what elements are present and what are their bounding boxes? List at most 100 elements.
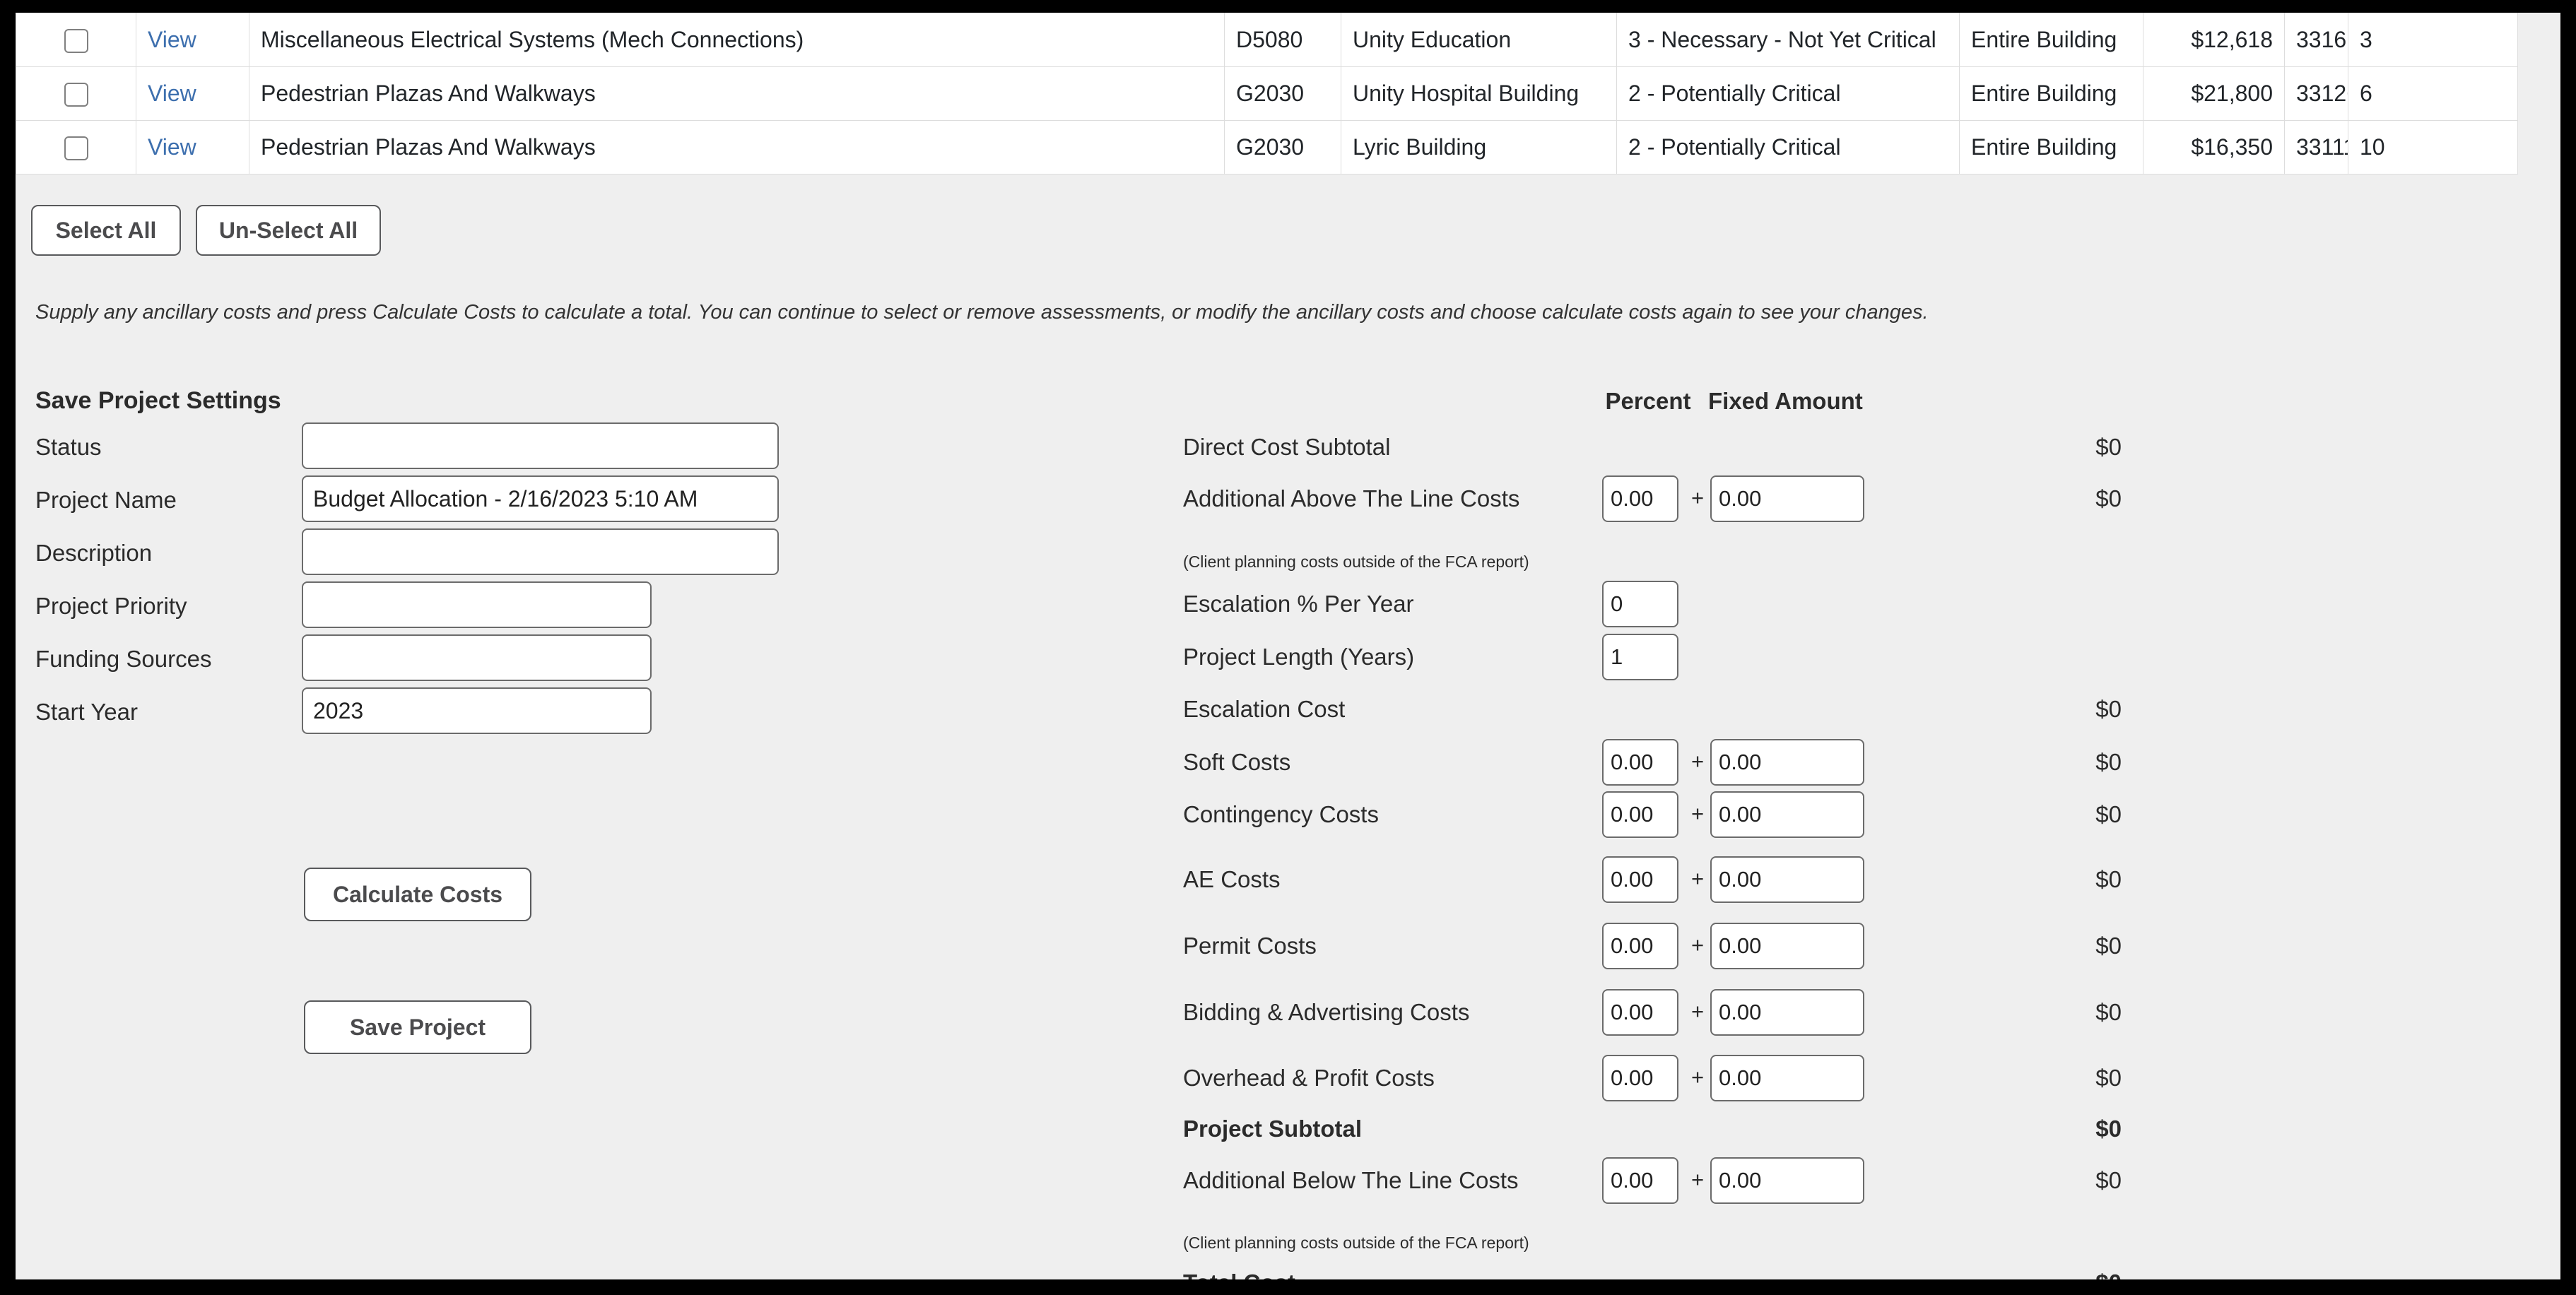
table-row: View Pedestrian Plazas And Walkways G203…	[16, 120, 2518, 175]
fca-note-below: (Client planning costs outside of the FC…	[1183, 1234, 1529, 1252]
table-row: View Pedestrian Plazas And Walkways G203…	[16, 66, 2518, 121]
row-description: Pedestrian Plazas And Walkways	[249, 66, 1225, 121]
project-length-input[interactable]	[1602, 634, 1678, 680]
escalation-cost-label: Escalation Cost	[1183, 696, 1346, 722]
row-checkbox[interactable]	[64, 83, 88, 107]
permit-costs-fixed-input[interactable]	[1710, 923, 1864, 969]
ae-costs-fixed-input[interactable]	[1710, 856, 1864, 903]
ae-costs-percent-input[interactable]	[1602, 856, 1678, 903]
overhead-costs-fixed-input[interactable]	[1710, 1055, 1864, 1101]
start-year-input[interactable]	[302, 687, 652, 734]
soft-costs-value: $0	[2095, 749, 2122, 775]
save-project-button[interactable]: Save Project	[304, 1000, 531, 1054]
total-cost-value: $0	[2095, 1270, 2122, 1295]
page-content: View Miscellaneous Electrical Systems (M…	[16, 13, 2560, 1279]
project-priority-label: Project Priority	[35, 593, 187, 619]
escalation-percent-input[interactable]	[1602, 581, 1678, 627]
view-link[interactable]: View	[148, 134, 196, 160]
overhead-profit-costs-label: Overhead & Profit Costs	[1183, 1065, 1435, 1091]
escalation-cost-value: $0	[2095, 696, 2122, 722]
contingency-costs-percent-input[interactable]	[1602, 791, 1678, 838]
additional-below-percent-input[interactable]	[1602, 1157, 1678, 1204]
row-view-cell: View	[136, 66, 249, 121]
plus-sign: +	[1691, 999, 1705, 1024]
plus-sign: +	[1691, 1167, 1705, 1192]
row-view-cell: View	[136, 13, 249, 67]
status-label: Status	[35, 434, 102, 460]
plus-sign: +	[1691, 801, 1705, 826]
row-cost: $16,350	[2143, 120, 2285, 175]
project-priority-input[interactable]	[302, 581, 652, 628]
row-num: 10	[2348, 120, 2518, 175]
row-id: 331262	[2284, 66, 2348, 121]
row-building: Lyric Building	[1341, 120, 1617, 175]
funding-sources-label: Funding Sources	[35, 646, 212, 672]
row-num: 3	[2348, 13, 2518, 67]
row-priority: 3 - Necessary - Not Yet Critical	[1616, 13, 1960, 67]
additional-above-the-line-costs-label: Additional Above The Line Costs	[1183, 485, 1520, 512]
plus-sign: +	[1691, 485, 1705, 510]
view-link[interactable]: View	[148, 81, 196, 106]
soft-costs-fixed-input[interactable]	[1710, 739, 1864, 786]
row-building: Unity Hospital Building	[1341, 66, 1617, 121]
project-name-input[interactable]	[302, 475, 779, 522]
total-cost-label: Total Cost	[1183, 1270, 1295, 1295]
row-description: Pedestrian Plazas And Walkways	[249, 120, 1225, 175]
fca-note-above: (Client planning costs outside of the FC…	[1183, 552, 1529, 571]
escalation-percent-per-year-label: Escalation % Per Year	[1183, 591, 1414, 617]
additional-below-the-line-costs-label: Additional Below The Line Costs	[1183, 1167, 1519, 1193]
bidding-advertising-costs-label: Bidding & Advertising Costs	[1183, 999, 1470, 1025]
soft-costs-percent-input[interactable]	[1602, 739, 1678, 786]
calculate-costs-button[interactable]: Calculate Costs	[304, 868, 531, 921]
funding-sources-input[interactable]	[302, 634, 652, 681]
permit-costs-label: Permit Costs	[1183, 933, 1317, 959]
overhead-profit-costs-value: $0	[2095, 1065, 2122, 1091]
select-all-button[interactable]: Select All	[31, 205, 181, 256]
status-input[interactable]	[302, 422, 779, 469]
row-num: 6	[2348, 66, 2518, 121]
ae-costs-label: AE Costs	[1183, 866, 1281, 892]
additional-below-the-line-costs-value: $0	[2095, 1167, 2122, 1193]
row-scope: Entire Building	[1959, 120, 2143, 175]
fixed-amount-column-header: Fixed Amount	[1708, 388, 1863, 414]
description-input[interactable]	[302, 528, 779, 575]
row-checkbox[interactable]	[64, 29, 88, 54]
contingency-costs-fixed-input[interactable]	[1710, 791, 1864, 838]
description-label: Description	[35, 540, 153, 566]
bidding-costs-percent-input[interactable]	[1602, 989, 1678, 1036]
row-cost: $21,800	[2143, 66, 2285, 121]
plus-sign: +	[1691, 933, 1705, 957]
row-building: Unity Education	[1341, 13, 1617, 67]
row-code: D5080	[1224, 13, 1341, 67]
project-subtotal-label: Project Subtotal	[1183, 1116, 1363, 1142]
view-link[interactable]: View	[148, 27, 196, 52]
row-cost: $12,618	[2143, 13, 2285, 67]
bidding-costs-fixed-input[interactable]	[1710, 989, 1864, 1036]
row-scope: Entire Building	[1959, 13, 2143, 67]
un-select-all-button[interactable]: Un-Select All	[196, 205, 381, 256]
soft-costs-label: Soft Costs	[1183, 749, 1291, 775]
overhead-costs-percent-input[interactable]	[1602, 1055, 1678, 1101]
row-priority: 2 - Potentially Critical	[1616, 66, 1960, 121]
row-select-cell	[16, 66, 136, 121]
additional-above-the-line-costs-value: $0	[2095, 485, 2122, 512]
table-row: View Miscellaneous Electrical Systems (M…	[16, 13, 2518, 67]
row-view-cell: View	[136, 120, 249, 175]
plus-sign: +	[1691, 866, 1705, 891]
save-project-settings-title: Save Project Settings	[35, 387, 281, 414]
row-id: 331612	[2284, 13, 2348, 67]
row-code: G2030	[1224, 120, 1341, 175]
project-subtotal-value: $0	[2095, 1116, 2122, 1142]
helper-note: Supply any ancillary costs and press Cal…	[35, 301, 1929, 324]
direct-cost-subtotal-value: $0	[2095, 434, 2122, 460]
direct-cost-subtotal-label: Direct Cost Subtotal	[1183, 434, 1391, 460]
permit-costs-percent-input[interactable]	[1602, 923, 1678, 969]
additional-above-percent-input[interactable]	[1602, 475, 1678, 522]
row-select-cell	[16, 120, 136, 175]
permit-costs-value: $0	[2095, 933, 2122, 959]
additional-below-fixed-input[interactable]	[1710, 1157, 1864, 1204]
row-checkbox[interactable]	[64, 136, 88, 161]
assessments-table: View Miscellaneous Electrical Systems (M…	[16, 13, 2518, 175]
additional-above-fixed-input[interactable]	[1710, 475, 1864, 522]
ae-costs-value: $0	[2095, 866, 2122, 892]
